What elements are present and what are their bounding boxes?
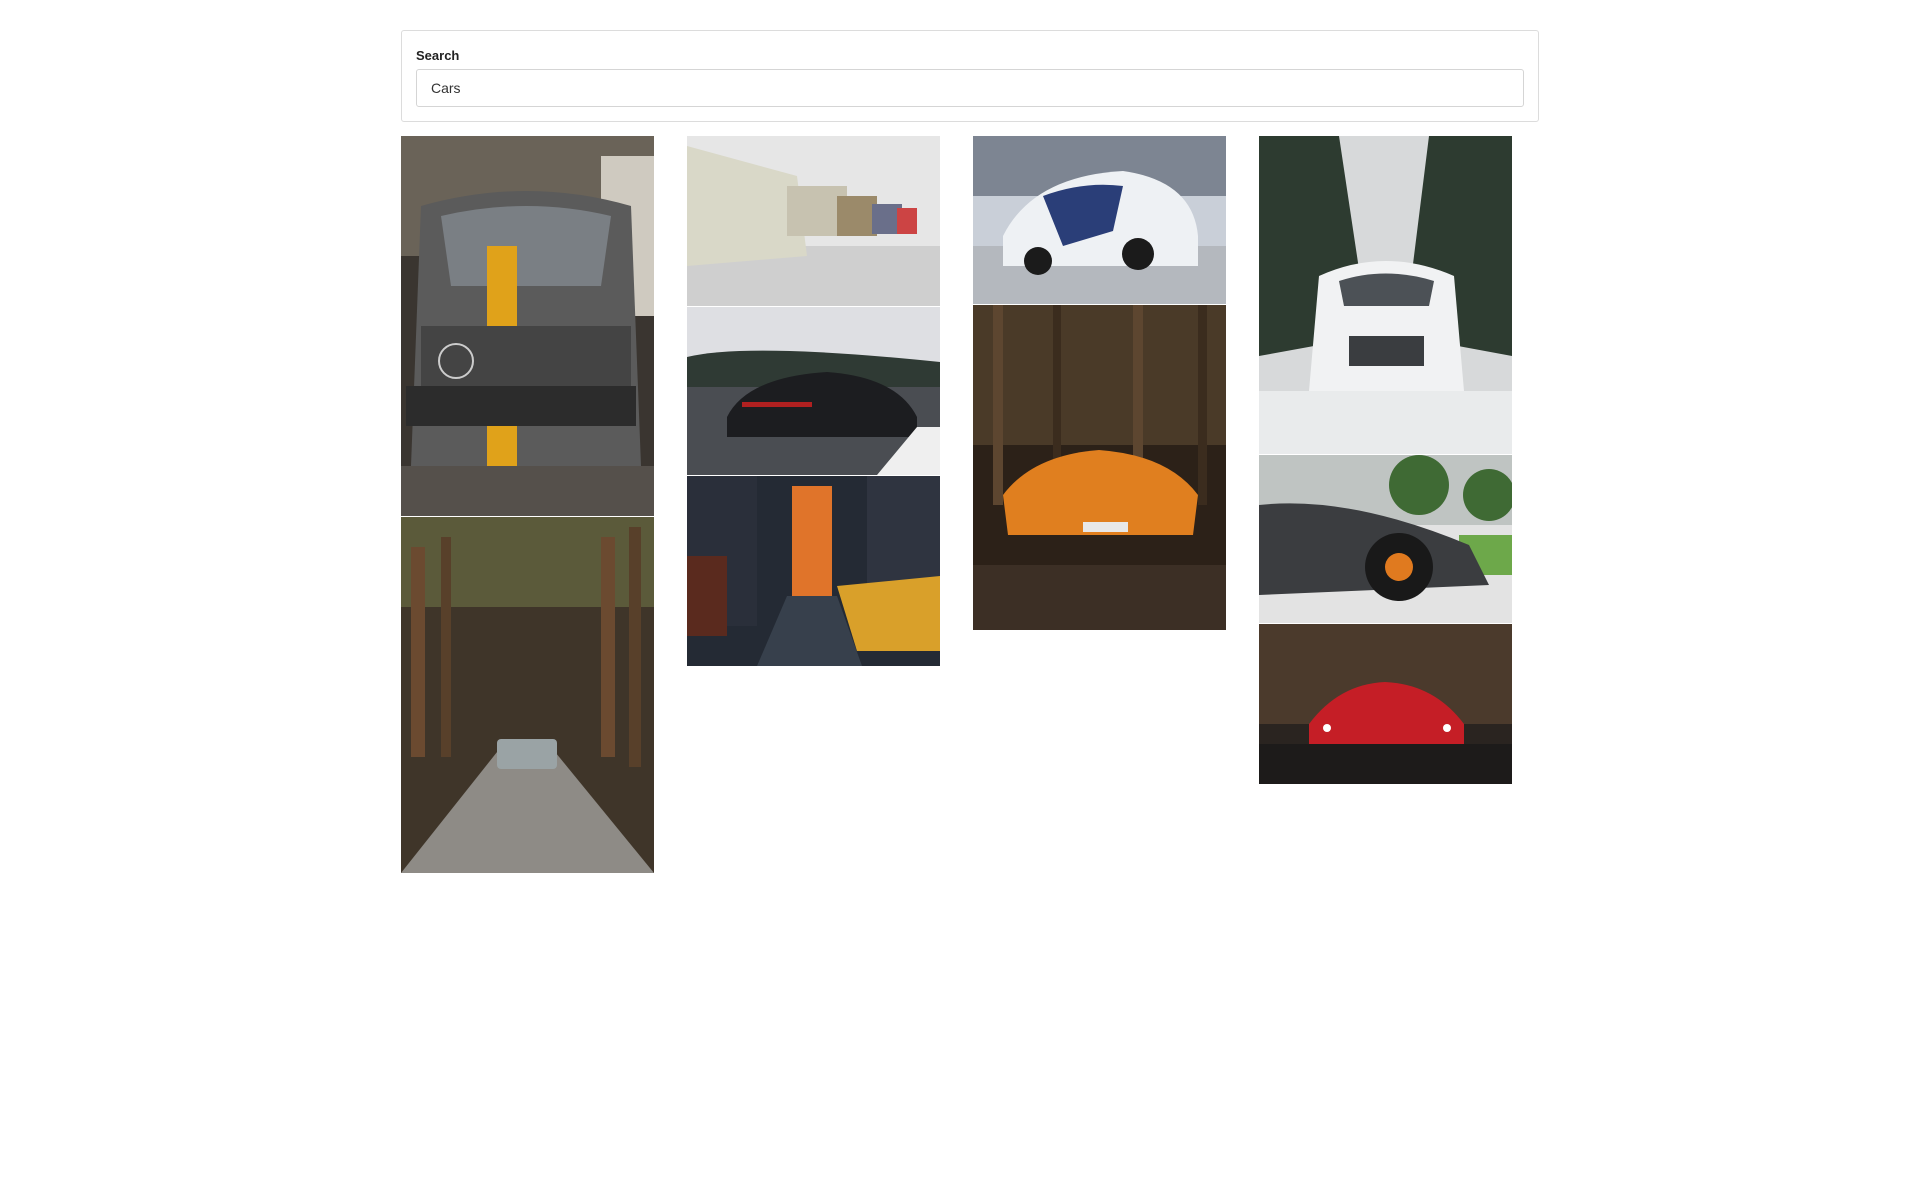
search-input[interactable]	[416, 69, 1524, 107]
car-image	[1259, 624, 1512, 784]
car-image	[401, 517, 654, 873]
car-image	[1259, 455, 1512, 623]
photo-red-sports-car[interactable]	[1259, 624, 1512, 784]
photo-city-taxis[interactable]	[687, 476, 940, 666]
photo-white-muscle-car[interactable]	[973, 136, 1226, 304]
car-image	[401, 136, 654, 516]
car-image	[973, 136, 1226, 304]
photo-white-suv[interactable]	[1259, 136, 1512, 454]
car-image	[1259, 136, 1512, 454]
car-image	[687, 476, 940, 666]
photo-forest-road[interactable]	[401, 517, 654, 873]
photo-gray-supercar[interactable]	[1259, 455, 1512, 623]
photo-gray-sedan[interactable]	[401, 136, 654, 516]
car-image	[687, 307, 940, 475]
photo-vintage-cars[interactable]	[687, 136, 940, 306]
car-image	[973, 305, 1226, 630]
search-panel: Search	[401, 30, 1539, 122]
search-label: Search	[416, 48, 460, 63]
photo-orange-supercar[interactable]	[973, 305, 1226, 630]
car-image	[687, 136, 940, 306]
photo-black-sedan[interactable]	[687, 307, 940, 475]
